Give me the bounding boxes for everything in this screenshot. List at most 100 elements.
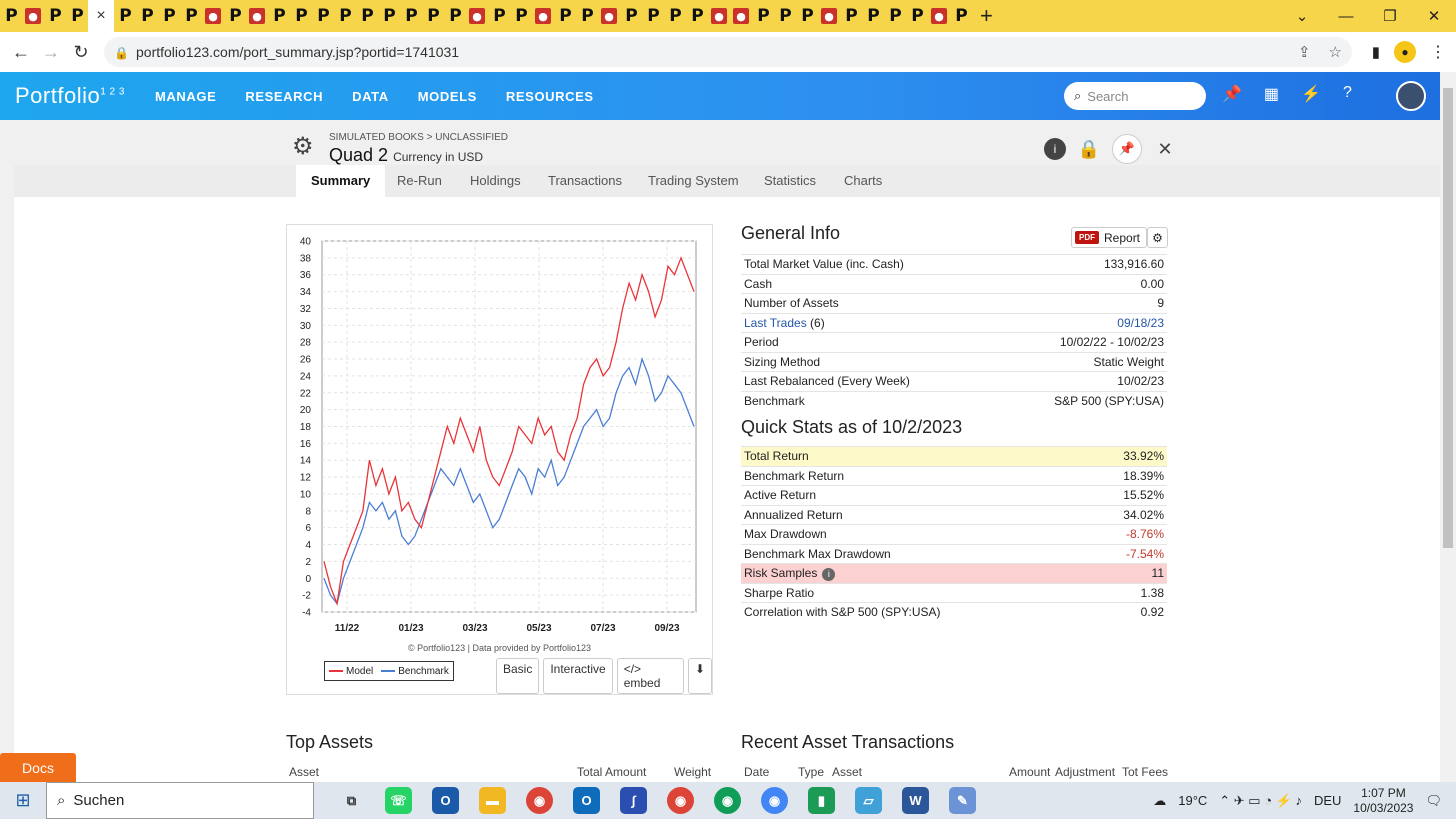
lock-icon[interactable]: 🔒 bbox=[1078, 138, 1100, 160]
chrome-icon[interactable]: ◉ bbox=[761, 787, 788, 814]
pin-icon[interactable]: 📌 bbox=[1222, 84, 1242, 104]
help-icon[interactable]: ? bbox=[1343, 84, 1352, 104]
chrome-icon[interactable]: ◉ bbox=[526, 787, 553, 814]
portfolio123-logo[interactable]: Portfolio1 2 3 bbox=[15, 83, 125, 109]
chart-interactive-button[interactable]: Interactive bbox=[543, 658, 613, 694]
windows-start-icon[interactable]: ⊞ bbox=[0, 790, 46, 811]
tab-favicon[interactable]: P bbox=[379, 6, 400, 26]
tab-charts[interactable]: Charts bbox=[829, 165, 897, 197]
new-tab-button[interactable]: + bbox=[980, 3, 993, 29]
tab-favicon[interactable]: P bbox=[885, 6, 906, 26]
tab-favicon[interactable]: ● bbox=[733, 8, 749, 24]
tab-favicon[interactable]: P bbox=[775, 6, 796, 26]
site-search-input[interactable]: ⌕ Search bbox=[1064, 82, 1206, 110]
close-window-icon[interactable]: ✕ bbox=[1412, 7, 1456, 25]
tab-favicon[interactable]: P bbox=[357, 6, 378, 26]
vertical-scrollbar[interactable] bbox=[1440, 72, 1456, 784]
clock[interactable]: 1:07 PM 10/03/2023 bbox=[1353, 786, 1413, 816]
tab-summary[interactable]: Summary bbox=[296, 165, 386, 197]
row-value[interactable]: 09/18/23 bbox=[1117, 316, 1164, 330]
tab-favicon[interactable]: P bbox=[401, 6, 422, 26]
lightning-icon[interactable]: ⚡ bbox=[1301, 84, 1321, 104]
tab-favicon[interactable]: P bbox=[269, 6, 290, 26]
tab-favicon[interactable]: P bbox=[225, 6, 246, 26]
tab-favicon[interactable]: P bbox=[137, 6, 158, 26]
tab-favicon[interactable]: ● bbox=[249, 8, 265, 24]
tab-favicon[interactable]: P bbox=[511, 6, 532, 26]
col-tx-asset[interactable]: Asset bbox=[832, 765, 862, 779]
tab-trading-system[interactable]: Trading System bbox=[633, 165, 754, 197]
col-tot-fees[interactable]: Tot Fees bbox=[1122, 765, 1168, 779]
col-total-amount[interactable]: Total Amount bbox=[577, 765, 646, 779]
report-settings-gear-icon[interactable]: ⚙ bbox=[1147, 227, 1168, 248]
tab-favicon[interactable]: P bbox=[181, 6, 202, 26]
tab-favicon[interactable]: P bbox=[45, 6, 66, 26]
chart-embed-button[interactable]: </> embed bbox=[616, 658, 684, 694]
tab-statistics[interactable]: Statistics bbox=[749, 165, 831, 197]
tab-favicon[interactable]: P bbox=[951, 6, 972, 26]
active-tab-close-icon[interactable]: × bbox=[88, 0, 114, 32]
tab-holdings[interactable]: Holdings bbox=[455, 165, 536, 197]
tab-favicon[interactable]: P bbox=[1, 6, 22, 26]
docs-button[interactable]: Docs bbox=[0, 753, 76, 782]
nav-models[interactable]: MODELS bbox=[418, 89, 477, 104]
tab-favicon[interactable]: ● bbox=[601, 8, 617, 24]
tab-favicon[interactable]: P bbox=[753, 6, 774, 26]
chrome-icon[interactable]: ◉ bbox=[667, 787, 694, 814]
tab-favicon[interactable]: P bbox=[797, 6, 818, 26]
tab-favicon[interactable]: P bbox=[907, 6, 928, 26]
whatsapp-icon[interactable]: ☏ bbox=[385, 787, 412, 814]
tab-favicon[interactable]: P bbox=[291, 6, 312, 26]
tab-favicon[interactable]: P bbox=[621, 6, 642, 26]
pdf-report-button[interactable]: PDF Report bbox=[1071, 227, 1148, 248]
tab-favicon[interactable]: P bbox=[159, 6, 180, 26]
info-icon[interactable]: i bbox=[822, 567, 836, 581]
minimize-icon[interactable]: — bbox=[1324, 8, 1368, 25]
pin-icon[interactable]: 📌 bbox=[1112, 134, 1142, 164]
app-icon[interactable]: ∫ bbox=[620, 787, 647, 814]
col-weight[interactable]: Weight bbox=[674, 765, 711, 779]
share-icon[interactable]: ⇪ bbox=[1298, 43, 1311, 61]
tab-favicon[interactable]: P bbox=[863, 6, 884, 26]
nav-research[interactable]: RESEARCH bbox=[245, 89, 323, 104]
tab-favicon[interactable]: ● bbox=[25, 8, 41, 24]
tab-favicon[interactable]: P bbox=[67, 6, 88, 26]
back-icon[interactable]: ← bbox=[6, 42, 36, 63]
tab-favicon[interactable]: ● bbox=[711, 8, 727, 24]
language-indicator[interactable]: DEU bbox=[1314, 793, 1341, 808]
notifications-icon[interactable]: 🗨 bbox=[1425, 793, 1442, 809]
word-icon[interactable]: W bbox=[902, 787, 929, 814]
notes-app-icon[interactable]: ▱ bbox=[855, 787, 882, 814]
close-icon[interactable]: ✕ bbox=[1154, 138, 1176, 160]
lock-icon[interactable]: 🔒 bbox=[114, 46, 129, 60]
tab-favicon[interactable]: P bbox=[555, 6, 576, 26]
tab-favicon[interactable]: P bbox=[489, 6, 510, 26]
tab-favicon[interactable]: P bbox=[115, 6, 136, 26]
nav-manage[interactable]: MANAGE bbox=[155, 89, 216, 104]
tab-favicon[interactable]: P bbox=[577, 6, 598, 26]
col-asset[interactable]: Asset bbox=[289, 765, 319, 779]
tab-favicon[interactable]: P bbox=[687, 6, 708, 26]
col-amount[interactable]: Amount bbox=[1009, 765, 1050, 779]
tab-favicon[interactable]: P bbox=[445, 6, 466, 26]
legend-benchmark[interactable]: Benchmark bbox=[381, 666, 449, 677]
profile-avatar[interactable]: ● bbox=[1394, 41, 1416, 63]
tab-favicon[interactable]: ● bbox=[535, 8, 551, 24]
tab-search-chevron-icon[interactable]: ⌄ bbox=[1280, 7, 1324, 25]
side-panel-icon[interactable]: ▮ bbox=[1372, 43, 1380, 61]
weather-temp[interactable]: 19°C bbox=[1178, 793, 1207, 808]
tab-favicon[interactable]: P bbox=[841, 6, 862, 26]
tab-favicon[interactable]: P bbox=[313, 6, 334, 26]
outlook-icon[interactable]: O bbox=[573, 787, 600, 814]
task-view-icon[interactable]: ⧉ bbox=[338, 787, 365, 814]
download-icon[interactable]: ⬇ bbox=[687, 658, 712, 694]
tab-favicon[interactable]: P bbox=[665, 6, 686, 26]
trading-app-icon[interactable]: ▮ bbox=[808, 787, 835, 814]
paint-icon[interactable]: ✎ bbox=[949, 787, 976, 814]
tray-icons[interactable]: ⌃ ✈ ▭ ◔ ⚡ ♪ bbox=[1219, 793, 1302, 809]
settings-gear-icon[interactable]: ⚙ bbox=[292, 132, 314, 161]
bookmark-star-icon[interactable]: ☆ bbox=[1329, 43, 1342, 61]
tab-favicon[interactable]: P bbox=[643, 6, 664, 26]
tab-rerun[interactable]: Re-Run bbox=[382, 165, 457, 197]
weather-icon[interactable]: ☁ bbox=[1153, 793, 1166, 809]
